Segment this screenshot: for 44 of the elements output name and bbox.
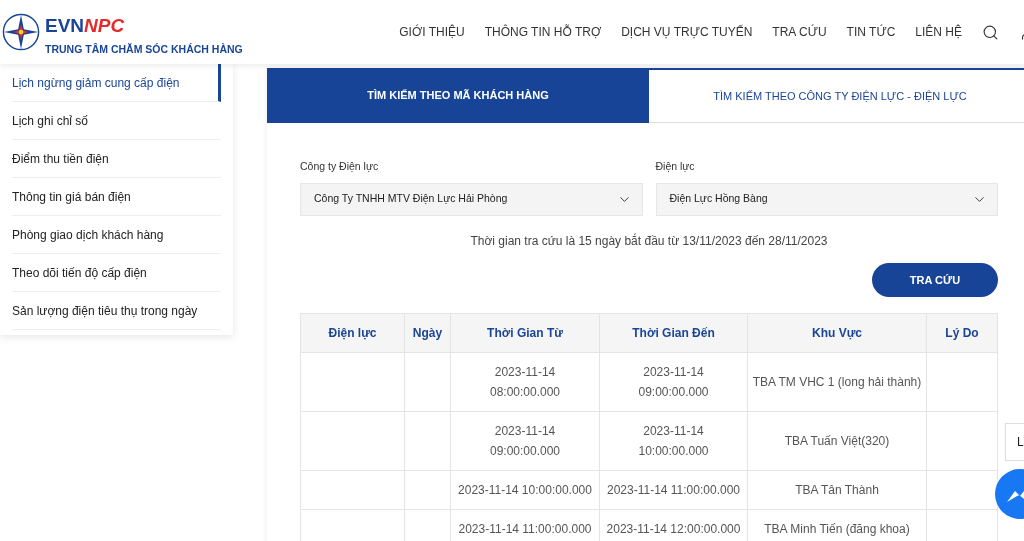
search-tab[interactable]: TÌM KIẾM THEO CÔNG TY ĐIỆN LỰC - ĐIỆN LỰC <box>649 68 1024 123</box>
brand-subtitle: TRUNG TÂM CHĂM SÓC KHÁCH HÀNG <box>45 42 243 58</box>
search-button[interactable]: TRA CỨU <box>872 262 998 297</box>
sidebar-item[interactable]: Theo dõi tiến độ cấp điện <box>12 254 221 292</box>
sidebar-item[interactable]: Thông tin giá bán điện <box>12 178 221 216</box>
field-label: Điện lực <box>655 159 696 174</box>
table-cell-text: 2023-11-14 11:00:00.000 <box>458 520 592 538</box>
nav-link[interactable]: TIN TỨC <box>846 23 896 41</box>
sidebar-item[interactable]: Sản lượng điện tiêu thụ trong ngày <box>12 292 221 330</box>
select-field[interactable]: Điện Lực Hồng Bàng <box>655 182 998 216</box>
select-field[interactable]: Công Ty TNHH MTV Điện Lực Hải Phòng <box>300 182 643 216</box>
column-header: Điện lực <box>300 313 405 353</box>
sidebar-item[interactable]: Phòng giao dịch khách hàng <box>12 216 221 254</box>
column-header: Thời Gian Đến <box>599 313 748 353</box>
sidebar-item[interactable]: Lịch ngừng giảm cung cấp điện <box>12 64 221 102</box>
column-header: Lý Do <box>926 313 998 353</box>
nav-link[interactable]: DỊCH VỤ TRỰC TUYẾN <box>621 23 753 41</box>
sidebar-item[interactable]: Điểm thu tiền điện <box>12 140 221 178</box>
search-tab[interactable]: TÌM KIẾM THEO MÃ KHÁCH HÀNG <box>267 68 649 123</box>
brand-name: EVNNPC <box>45 16 126 36</box>
table-cell-text: TBA Tuấn Việt(320) <box>784 432 890 450</box>
nav-link[interactable]: TRA CỨU <box>772 23 827 41</box>
table-cell-text: TBA TM VHC 1 (long hải thành) <box>752 373 922 391</box>
nav-link[interactable]: GIỚI THIỆU <box>399 23 465 41</box>
table-cell-text: 2023-11-14 08:00:00.000 <box>489 363 561 401</box>
nav-link[interactable]: THÔNG TIN HỖ TRỢ <box>484 23 602 41</box>
nav-link[interactable]: LIÊN HỆ <box>915 23 962 41</box>
table-cell-text: TBA Minh Tiến (đăng khoa) <box>764 520 910 538</box>
table-cell-text: 2023-11-14 10:00:00.000 <box>458 481 592 499</box>
table-cell-text: 2023-11-14 09:00:00.000 <box>638 363 709 401</box>
table-cell-text: 2023-11-14 10:00:00.000 <box>638 422 709 460</box>
column-header: Thời Gian Từ <box>450 313 600 353</box>
search-icon[interactable] <box>982 23 999 41</box>
chat-icon[interactable] <box>995 469 1024 519</box>
search-period-note: Thời gian tra cứu là 15 ngày bắt đầu từ 13/11/2023 đến 28/11/2023 <box>469 232 829 250</box>
column-header: Ngày <box>404 313 451 353</box>
field-label: Công ty Điện lực <box>300 159 380 174</box>
table-cell-text: 2023-11-14 12:00:00.000 <box>606 520 741 538</box>
table-cell-text: 2023-11-14 09:00:00.000 <box>489 422 561 460</box>
column-header: Khu Vực <box>747 313 927 353</box>
sidebar-item[interactable]: Lịch ghi chỉ số <box>12 102 221 140</box>
table-cell-text: 2023-11-14 11:00:00.000 <box>607 481 740 499</box>
side-tab[interactable]: L <box>1005 423 1024 461</box>
table-cell-text: TBA Tân Thành <box>795 481 879 499</box>
